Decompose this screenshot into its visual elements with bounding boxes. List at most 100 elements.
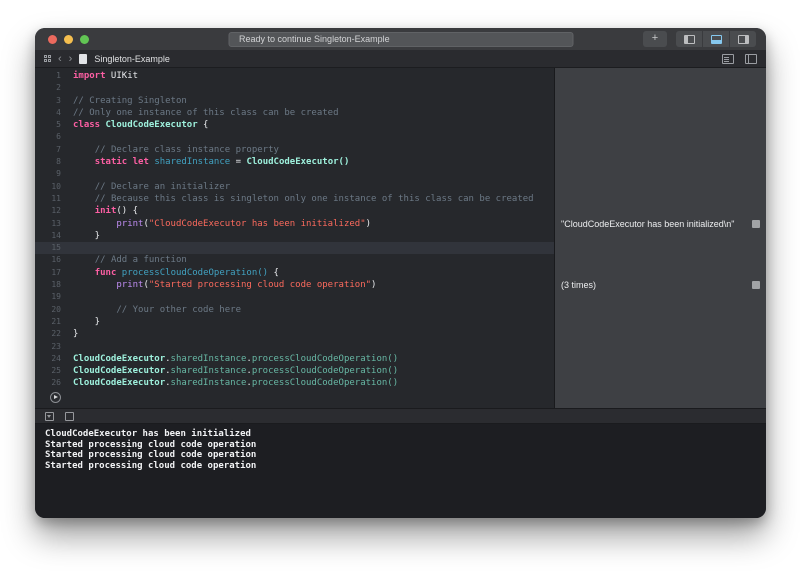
- code-line[interactable]: 8 static let sharedInstance = CloudCodeE…: [35, 156, 554, 168]
- title-bar: Ready to continue Singleton-Example +: [35, 28, 766, 50]
- code-line[interactable]: 2: [35, 82, 554, 94]
- zoom-button[interactable]: [80, 34, 89, 44]
- line-number: 20: [51, 304, 61, 314]
- hide-console-button[interactable]: [45, 411, 54, 421]
- activity-status: Ready to continue Singleton-Example: [228, 31, 573, 47]
- code-line[interactable]: 16 // Add a function: [35, 254, 554, 266]
- back-button[interactable]: ‹: [58, 51, 62, 67]
- run-playground-button[interactable]: [50, 391, 61, 403]
- line-number: 6: [56, 132, 61, 142]
- line-number: 12: [51, 206, 61, 216]
- window-controls: [48, 34, 89, 44]
- add-editor-button[interactable]: [745, 53, 757, 64]
- line-number: 19: [51, 292, 61, 302]
- line-number: 17: [51, 267, 61, 277]
- code-text: // Because this class is singleton only …: [94, 193, 534, 204]
- line-number: 8: [56, 157, 61, 167]
- debug-area-panel-icon: [710, 34, 722, 44]
- console-toolbar: [35, 408, 766, 424]
- line-number: 15: [51, 243, 61, 253]
- result-row: (3 times): [555, 279, 766, 291]
- code-line[interactable]: 9: [35, 168, 554, 180]
- code-text: CloudCodeExecutor.sharedInstance.process…: [73, 366, 399, 377]
- line-number: 14: [51, 230, 61, 240]
- code-line[interactable]: 25 CloudCodeExecutor.sharedInstance.proce…: [35, 365, 554, 377]
- code-line[interactable]: 10 // Declare an initializer: [35, 181, 554, 193]
- code-text: func processCloudCodeOperation() {: [94, 267, 279, 278]
- code-line[interactable]: 24 CloudCodeExecutor.sharedInstance.proce…: [35, 353, 554, 365]
- code-text: // Your other code here: [116, 304, 241, 315]
- forward-button[interactable]: ›: [69, 51, 73, 67]
- line-number: 9: [56, 169, 61, 179]
- code-line[interactable]: 23: [35, 341, 554, 353]
- line-number: 1: [56, 71, 61, 80]
- line-number: 23: [51, 341, 61, 351]
- code-line[interactable]: 11 // Because this class is singleton on…: [35, 193, 554, 205]
- code-text: // Declare class instance property: [94, 144, 279, 155]
- code-line[interactable]: 7 // Declare class instance property: [35, 144, 554, 156]
- code-editor[interactable]: 1 import UIKit 2 3// Creating Singleton 4// …: [35, 68, 554, 408]
- show-result-button[interactable]: [752, 219, 760, 228]
- line-number: 18: [51, 280, 61, 290]
- code-line[interactable]: 21 }: [35, 316, 554, 328]
- inspector-toggle-button[interactable]: [729, 31, 756, 47]
- line-number: 22: [51, 329, 61, 339]
- editor-controls: [722, 53, 757, 64]
- related-items-button[interactable]: [44, 55, 51, 62]
- code-text: static let sharedInstance = CloudCodeExe…: [94, 157, 350, 168]
- console-line: Started processing cloud code operation: [45, 439, 257, 450]
- line-number: 26: [51, 378, 61, 388]
- console-line: Started processing cloud code operation: [45, 460, 257, 471]
- code-line[interactable]: 22}: [35, 328, 554, 340]
- line-number: 3: [56, 95, 61, 105]
- close-button[interactable]: [48, 34, 57, 44]
- code-text: // Creating Singleton: [73, 95, 187, 106]
- code-text: CloudCodeExecutor.sharedInstance.process…: [73, 378, 399, 389]
- code-text: print("CloudCodeExecutor has been initia…: [116, 218, 372, 229]
- show-result-button[interactable]: [752, 281, 760, 290]
- editor-options-button[interactable]: [722, 53, 734, 64]
- code-line[interactable]: 1 import UIKit: [35, 70, 554, 82]
- line-number: 25: [51, 366, 61, 376]
- minimize-button[interactable]: [64, 34, 73, 44]
- code-line[interactable]: 4 // Only one instance of this class can …: [35, 107, 554, 119]
- code-line[interactable]: 12 init() {: [35, 205, 554, 217]
- debug-area-toggle-button[interactable]: [702, 31, 729, 47]
- line-number: 2: [56, 83, 61, 93]
- document-title[interactable]: Singleton-Example: [94, 54, 170, 64]
- code-text: // Add a function: [94, 255, 187, 266]
- library-add-button[interactable]: +: [643, 31, 667, 47]
- code-text: init() {: [94, 206, 139, 217]
- code-line[interactable]: 14 }: [35, 230, 554, 242]
- code-text: class CloudCodeExecutor {: [73, 120, 209, 131]
- code-text: // Declare an initializer: [94, 181, 231, 192]
- code-text: }: [73, 230, 101, 241]
- code-line[interactable]: 18 print("Started processing cloud code …: [35, 279, 554, 291]
- code-line[interactable]: 3 // Creating Singleton: [35, 95, 554, 107]
- line-number: 13: [51, 218, 61, 228]
- code-line[interactable]: 26 CloudCodeExecutor.sharedInstance.proce…: [35, 377, 554, 389]
- navigator-toggle-button[interactable]: [676, 31, 702, 47]
- code-line[interactable]: 20 // Your other code here: [35, 304, 554, 316]
- clear-console-button[interactable]: [65, 411, 74, 421]
- line-number: 21: [51, 316, 61, 326]
- inspector-panel-icon: [737, 34, 749, 44]
- console-output[interactable]: CloudCodeExecutor has been initialized St…: [35, 424, 766, 518]
- main-area: 1 import UIKit 2 3// Creating Singleton 4// …: [35, 68, 766, 408]
- code-line[interactable]: 6: [35, 131, 554, 143]
- code-text: import UIKit: [73, 71, 139, 81]
- activity-status-text: Ready to continue Singleton-Example: [239, 34, 390, 44]
- line-number: 10: [51, 181, 61, 191]
- code-line[interactable]: 17 func processCloudCodeOperation() {: [35, 267, 554, 279]
- result-text: (3 times): [561, 280, 597, 291]
- toolbar-right: +: [643, 31, 756, 47]
- code-text: }: [73, 316, 101, 327]
- code-line[interactable]: 5 class CloudCodeExecutor {: [35, 119, 554, 131]
- panel-toggle-group: [676, 31, 756, 47]
- code-text: print("Started processing cloud code ope…: [116, 280, 377, 291]
- line-number: 5: [56, 120, 61, 130]
- code-line[interactable]: 15: [35, 242, 554, 255]
- line-number: 7: [56, 144, 61, 154]
- code-line[interactable]: 19: [35, 291, 554, 303]
- code-line[interactable]: 13 print("CloudCodeExecutor has been ini…: [35, 218, 554, 230]
